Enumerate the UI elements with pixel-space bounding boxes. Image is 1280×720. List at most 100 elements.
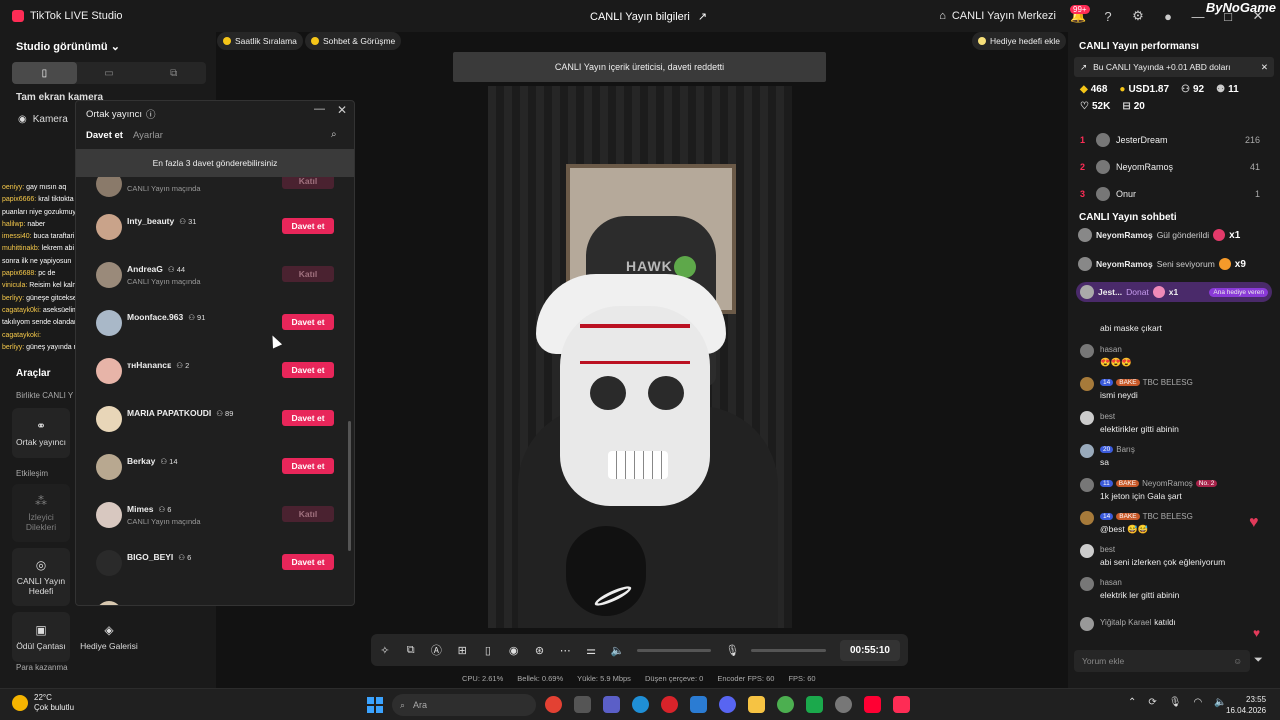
split-icon[interactable]: ⧉ [141,62,206,84]
invite-button[interactable]: Davet et [282,554,334,570]
wifi-icon[interactable]: ◠ [1193,697,1202,708]
performance-stats-grid: ◆ 468 ● USD1.87 ⚇ 92 ⚉ 11 ♡ 52K ⊟ 20 [1080,84,1270,112]
stream-toolbar: ✧ ⧉ Ⓐ ⊞ ▯ ◉ ⊛ ⋯ ⚌ 🔈 🎙 00:55:10 [371,634,908,666]
avatar[interactable]: ● [1160,9,1176,24]
ai-icon[interactable]: Ⓐ [431,642,443,658]
search-icon[interactable]: ⌕ [331,129,337,140]
chrome-icon[interactable] [545,696,562,713]
ranking-row[interactable]: 1 JesterDream 216 [1080,133,1260,147]
invite-button[interactable]: Davet et [282,218,334,234]
invite-limit-notice: En fazla 3 davet gönderebilirsiniz [76,149,354,177]
edge-icon[interactable] [632,696,649,713]
volume-slider[interactable] [636,648,712,652]
cpu-stat: CPU: 2.61% [462,674,504,683]
windows-start-icon[interactable] [367,697,383,713]
earnings-notice: ↗ Bu CANLI Yayında +0.01 ABD doları ✕ [1074,57,1274,77]
live-goal-label: CANLI Yayın Hedefi [16,576,66,596]
orientation-switch[interactable]: ▯ ▭ ⧉ [12,62,206,84]
comment-input[interactable]: Yorum ekle ☺ [1074,650,1250,672]
mic-slider[interactable] [751,648,826,652]
discord-icon[interactable] [719,696,736,713]
ranking-row[interactable]: 3 Onur 1 [1080,187,1260,201]
magic-wand-icon[interactable]: ✧ [379,644,391,657]
tiktok-icon[interactable] [893,696,910,713]
info-icon: ⓘ [145,110,156,121]
camera-source[interactable]: ◉ Kamera [18,114,68,125]
studio-view-dropdown[interactable]: Studio görünümü ⌄ [16,40,120,53]
viewer-requests-tool[interactable]: ⁂ İzleyici Dilekleri [12,484,70,542]
landscape-icon[interactable]: ▭ [77,62,142,84]
avatar [96,550,122,576]
filter-icon[interactable]: ⏷ [1254,654,1263,667]
tab-invite[interactable]: Davet et [86,130,123,141]
help-icon[interactable]: ? [1100,9,1116,24]
opera-icon[interactable] [661,696,678,713]
screen-share-icon[interactable]: ⧉ [405,644,417,657]
close-icon[interactable]: ✕ [1261,62,1268,73]
task-view-icon[interactable] [574,696,591,713]
phone-icon[interactable]: ▯ [482,644,494,657]
list-item: MARIA PAPATKOUDI ⚇ 89 Davet et [76,400,346,444]
viewers-stat: ⚇ 92 [1181,84,1205,95]
adjust-icon[interactable]: ⚌ [585,644,597,657]
close-icon[interactable]: ✕ [337,103,347,117]
camera-icon: ◉ [18,114,27,125]
encoder-fps-stat: Encoder FPS: 60 [717,674,775,683]
sync-icon[interactable]: ⟳ [1148,697,1156,708]
chevron-up-icon[interactable]: ⌃ [1128,697,1136,708]
invite-button[interactable]: Davet et [282,362,334,378]
minimize-icon[interactable]: — [1190,9,1206,24]
microphone-icon[interactable]: 🎙 [1169,697,1182,708]
invite-button[interactable]: Davet et [282,410,334,426]
cohost-tool[interactable]: ⚭ Ortak yayıncı [12,408,70,458]
portrait-icon[interactable]: ▯ [12,62,77,84]
upload-stat: Yükle: 5.9 Mbps [577,674,631,683]
folder-icon[interactable] [748,696,765,713]
youtube-icon[interactable] [864,696,881,713]
add-source-icon[interactable]: ⊞ [456,644,468,657]
live-info-button[interactable]: CANLI Yayın bilgileri ↗ [590,10,707,24]
invite-button[interactable]: Davet et [282,458,334,474]
gift-gallery-tool[interactable]: ◈ Hediye Galerisi [80,612,138,662]
live-center-button[interactable]: ⌂ CANLI Yayın Merkezi [939,10,1056,22]
more-icon[interactable]: ⋯ [559,644,571,657]
volume-icon[interactable]: 🔈 [1214,697,1226,708]
gift-icon: ⊟ [1122,101,1131,112]
list-item: BIGO_BEYI ⚇ 6 Davet et [76,544,346,588]
dialog-scrollbar[interactable] [348,421,351,551]
chat-meet-pill[interactable]: Sohbet & Görüşme [305,32,402,50]
avatar [1080,544,1094,558]
teams-icon[interactable] [603,696,620,713]
trend-icon: ↗ [1080,61,1088,72]
hourly-ranking-pill[interactable]: Saatlik Sıralama [217,32,303,50]
tab-settings[interactable]: Ayarlar [133,130,163,141]
taskbar-search[interactable]: ⌕ Ara [392,694,536,716]
record-icon[interactable]: ◉ [508,644,520,657]
chair-logo-text: HAWK [626,258,673,274]
ranking-row[interactable]: 2 NeyomRamoş 41 [1080,160,1260,174]
live-timer[interactable]: 00:55:10 [839,639,900,661]
store-icon[interactable] [690,696,707,713]
steam-icon[interactable] [835,696,852,713]
avatar [1080,444,1094,458]
invite-button[interactable]: Davet et [282,314,334,330]
speaker-icon[interactable]: 🔈 [611,644,625,657]
weather-widget[interactable]: 22°C Çok bulutlu [12,693,74,713]
donut-icon [1152,286,1165,298]
clock[interactable]: 23:55 16.04.2026 [1226,694,1266,716]
microphone-icon[interactable]: 🎙 [725,644,739,657]
reward-bag-tool[interactable]: ▣ Ödül Çantası [12,612,70,662]
emoji-icon[interactable]: ☺ [1233,656,1242,666]
join-button[interactable]: Katıl [282,266,334,282]
join-button[interactable]: Katıl [282,506,334,522]
gear-icon[interactable]: ⚙ [1130,8,1146,24]
avatar [1078,257,1092,271]
app-icon[interactable] [806,696,823,713]
title-bar: TikTok LIVE Studio CANLI Yayın bilgileri… [0,0,1280,32]
gift-goal-pill[interactable]: Hediye hedefi ekle [972,32,1066,50]
avatar [1080,285,1094,299]
minimize-icon[interactable]: — [314,103,325,115]
chrome-alt-icon[interactable] [777,696,794,713]
capture-icon[interactable]: ⊛ [534,644,546,657]
live-goal-tool[interactable]: ◎ CANLI Yayın Hedefi [12,548,70,606]
